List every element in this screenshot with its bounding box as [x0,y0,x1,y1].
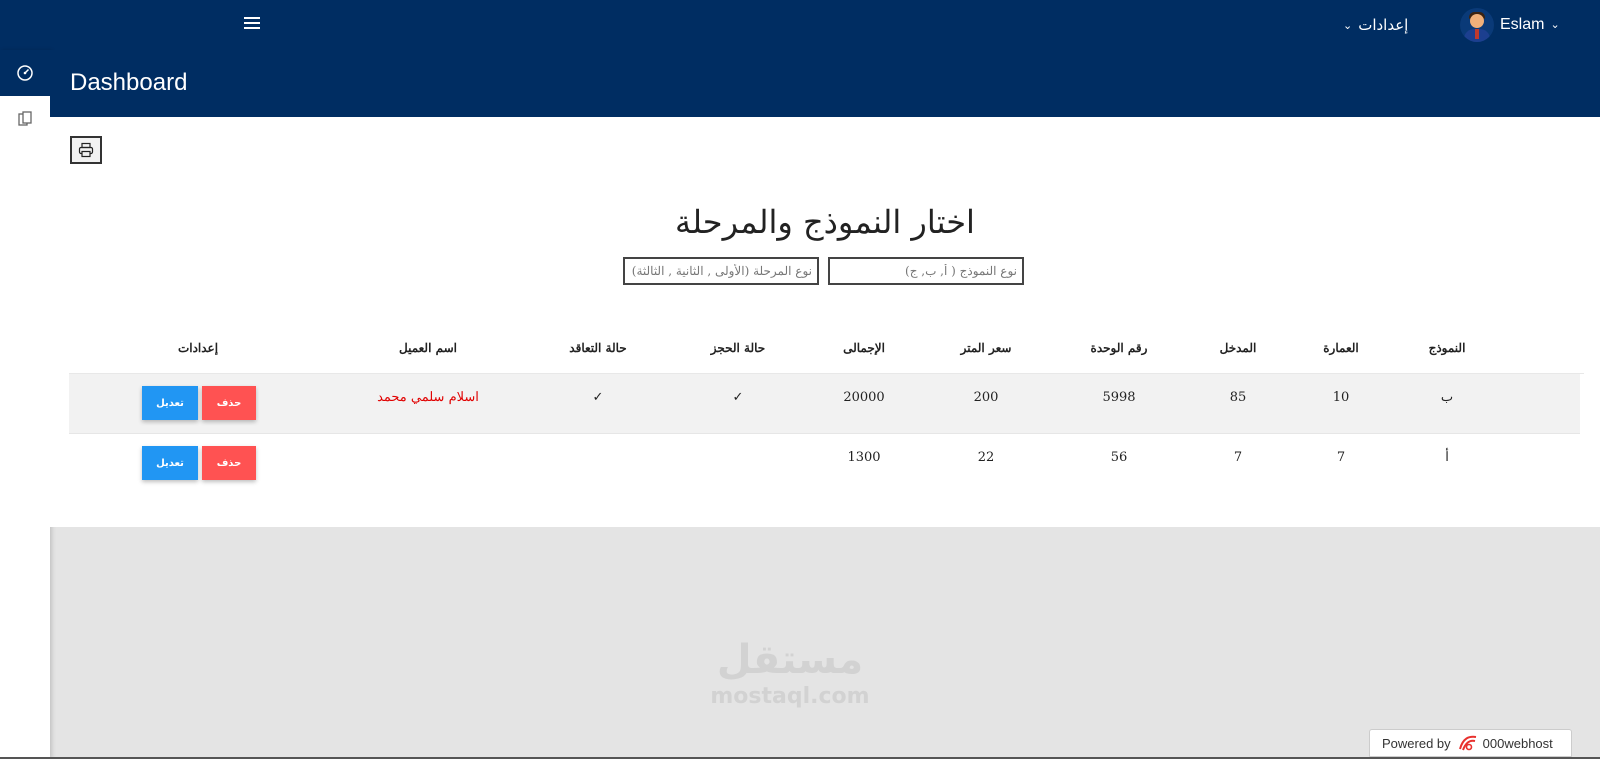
column-header-booking-status: حالة الحجز [710,341,766,355]
column-header-contract-status: حالة التعاقد [569,341,627,355]
cell-model: ب [1440,390,1454,405]
cell-building: 7 [1336,450,1346,465]
phase-filter-input[interactable] [623,257,819,285]
watermark-latin: mostaql.com [710,684,870,709]
host-name: 000webhost [1482,735,1553,751]
cell-building: 10 [1332,390,1350,405]
table-row: أ 7 7 56 22 1300 حذف تعديل [69,433,1580,492]
sidebar [0,50,50,759]
chevron-down-icon: ⌄ [1550,18,1560,31]
main-content: اختار النموذج والمرحلة النموذج العمارة ا… [50,117,1600,527]
column-header-model: النموذج [1428,341,1466,355]
cell-booking-status: ✓ [732,390,744,405]
powered-by-label: Powered by [1382,735,1451,751]
cell-unit-number: 5998 [1102,390,1136,405]
column-header-entrance: المدخل [1219,341,1257,355]
printer-icon [78,142,94,158]
cell-meter-price: 22 [977,450,995,465]
powered-by-badge[interactable]: Powered by 000webhost [1369,729,1572,757]
host-logo: 000webhost [1457,734,1553,752]
page-title: Dashboard [70,69,188,96]
edit-button[interactable]: تعديل [142,446,198,480]
page-heading: اختار النموذج والمرحلة [675,203,975,241]
edit-button[interactable]: تعديل [142,386,198,420]
model-filter-input[interactable] [828,257,1024,285]
column-header-meter-price: سعر المتر [960,341,1012,355]
mostaql-watermark: مستقل mostaql.com [690,640,890,709]
column-header-building: العمارة [1323,341,1359,355]
cell-contract-status: ✓ [592,390,604,405]
column-header-unit-number: رقم الوحدة [1090,341,1148,355]
webhost-logo-icon [1458,735,1476,751]
print-button[interactable] [70,136,102,164]
avatar [1460,8,1494,42]
column-header-client-name: اسم العميل [399,341,457,355]
cell-client-name: اسلام سلمي محمد [377,390,479,405]
sidebar-item-dashboard[interactable] [0,50,50,96]
user-dropdown[interactable]: Eslam ⌄ [1460,8,1560,42]
cell-unit-number: 56 [1110,450,1128,465]
cell-entrance: 85 [1229,390,1247,405]
cell-total: 20000 [843,390,885,405]
cell-entrance: 7 [1233,450,1243,465]
copy-icon [18,111,32,126]
hamburger-menu-icon[interactable] [242,14,262,34]
page-header: Dashboard [50,50,1600,117]
cell-model: أ [1445,450,1449,465]
user-name: Eslam [1500,16,1545,33]
sidebar-item-documents[interactable] [0,96,50,142]
chevron-down-icon: ⌄ [1343,18,1353,32]
table-row: ب 10 85 5998 200 20000 ✓ ✓ اسلام سلمي مح… [69,374,1580,433]
column-header-settings: إعدادات [177,341,219,355]
speedometer-icon [17,65,33,81]
column-header-total: الإجمالى [843,341,885,355]
watermark-arabic: مستقل [716,637,864,683]
cell-meter-price: 200 [973,390,999,405]
delete-button[interactable]: حذف [202,446,256,480]
delete-button[interactable]: حذف [202,386,256,420]
cell-total: 1300 [847,450,881,465]
settings-label: إعدادات [1358,16,1409,34]
settings-dropdown[interactable]: إعدادات ⌄ [1343,14,1408,36]
top-navbar: إعدادات ⌄ Eslam ⌄ [0,0,1600,50]
